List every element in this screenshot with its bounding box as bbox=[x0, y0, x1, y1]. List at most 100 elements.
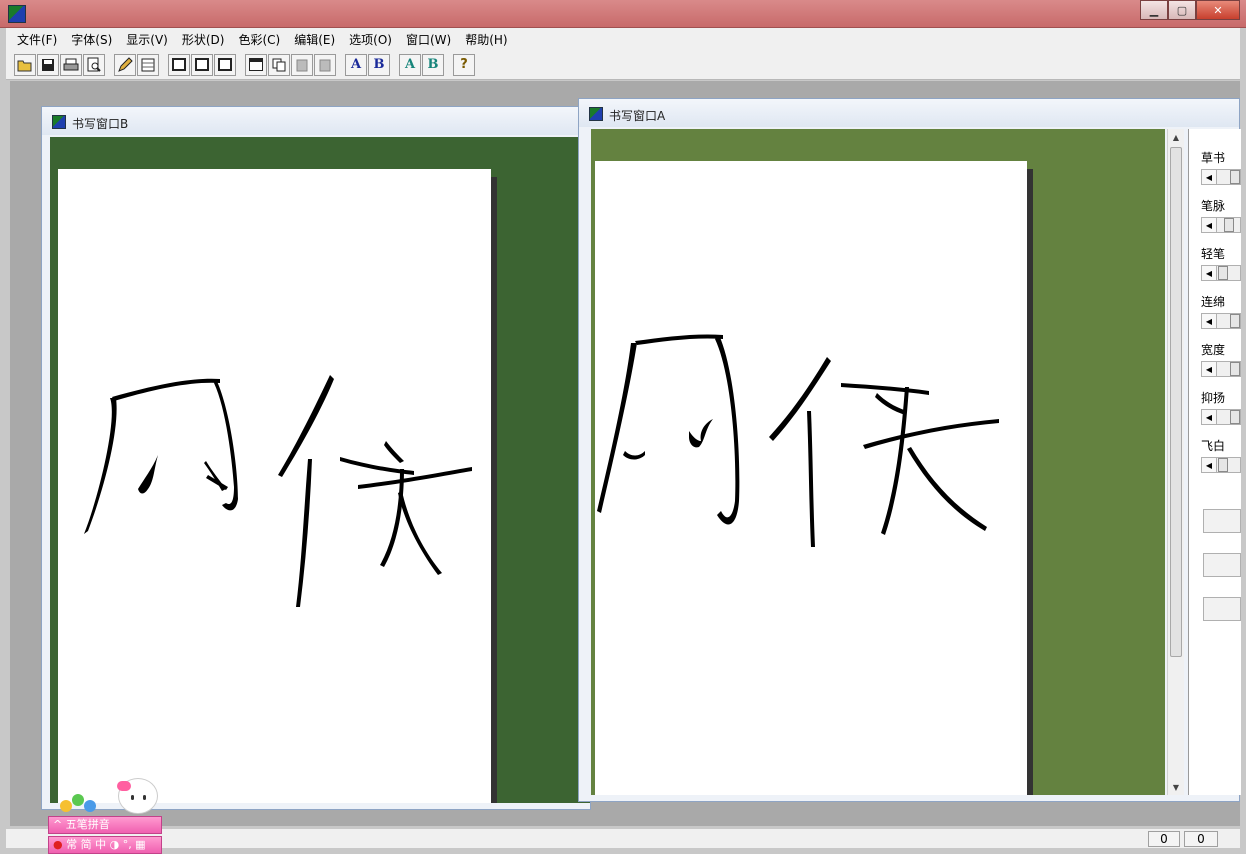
status-bar: 0 0 bbox=[6, 828, 1240, 848]
slider-thumb[interactable] bbox=[1218, 266, 1228, 280]
writing-window-a[interactable]: 书写窗口A ▲ ▼ 草书 ◀ 笔脉 ◀ 轻笔 ◀ 连绵 ◀ 宽度 ◀ 抑扬 ◀ … bbox=[578, 98, 1241, 802]
star-icon bbox=[72, 794, 84, 806]
paper-shadow bbox=[1027, 169, 1033, 795]
slider-width[interactable]: ◀ bbox=[1201, 361, 1241, 377]
panel-button-3[interactable] bbox=[1203, 597, 1241, 621]
slider-left-arrow-icon[interactable]: ◀ bbox=[1202, 218, 1217, 232]
frame-button-2[interactable] bbox=[191, 53, 213, 76]
maximize-button[interactable]: ▢ bbox=[1168, 0, 1196, 20]
help-button[interactable]: ? bbox=[453, 53, 475, 76]
window-icon bbox=[249, 58, 263, 71]
slider-left-arrow-icon[interactable]: ◀ bbox=[1202, 170, 1217, 184]
menu-bar: 文件(F) 字体(S) 显示(V) 形状(D) 色彩(C) 编辑(E) 选项(O… bbox=[6, 28, 1240, 50]
hello-kitty-icon bbox=[117, 778, 158, 814]
slider-left-arrow-icon[interactable]: ◀ bbox=[1202, 362, 1217, 376]
clipboard-icon bbox=[319, 59, 331, 71]
app-icon bbox=[8, 5, 26, 23]
window-titlebar[interactable]: ▁ ▢ ✕ bbox=[0, 0, 1246, 28]
ime-status-bar[interactable]: ● 常 简 中 ◑ °, ▦ bbox=[48, 836, 162, 854]
save-button[interactable] bbox=[37, 53, 59, 76]
paste-button[interactable] bbox=[291, 53, 313, 76]
print-button[interactable] bbox=[60, 53, 82, 76]
color-a-button[interactable]: A bbox=[399, 53, 421, 76]
slider-label-width: 宽度 bbox=[1201, 343, 1226, 357]
app-icon bbox=[52, 115, 66, 129]
slider-label-flying-white: 飞白 bbox=[1201, 439, 1226, 453]
slider-thumb[interactable] bbox=[1230, 362, 1240, 376]
minimize-button[interactable]: ▁ bbox=[1140, 0, 1168, 20]
menu-edit[interactable]: 编辑(E) bbox=[287, 31, 342, 48]
close-button[interactable]: ✕ bbox=[1196, 0, 1240, 20]
slider-left-arrow-icon[interactable]: ◀ bbox=[1202, 314, 1217, 328]
app-icon bbox=[589, 107, 603, 121]
slider-thumb[interactable] bbox=[1230, 314, 1240, 328]
menu-options[interactable]: 选项(O) bbox=[342, 31, 399, 48]
style-settings-panel: 草书 ◀ 笔脉 ◀ 轻笔 ◀ 连绵 ◀ 宽度 ◀ 抑扬 ◀ 飞白 ◀ bbox=[1188, 129, 1241, 795]
slider-left-arrow-icon[interactable]: ◀ bbox=[1202, 410, 1217, 424]
menu-help[interactable]: 帮助(H) bbox=[458, 31, 514, 48]
copy-button[interactable] bbox=[268, 53, 290, 76]
frame-button-1[interactable] bbox=[168, 53, 190, 76]
slider-continuity[interactable]: ◀ bbox=[1201, 313, 1241, 329]
folder-open-icon bbox=[17, 60, 32, 71]
calligraphy-strokes bbox=[84, 375, 472, 607]
clipboard-button[interactable] bbox=[314, 53, 336, 76]
slider-thumb[interactable] bbox=[1230, 170, 1240, 184]
toolbar: A B A B ? bbox=[6, 50, 1240, 80]
frame-button-3[interactable] bbox=[214, 53, 236, 76]
window-button[interactable] bbox=[245, 53, 267, 76]
slider-label-brush-vein: 笔脉 bbox=[1201, 199, 1226, 213]
scroll-up-arrow-icon[interactable]: ▲ bbox=[1168, 129, 1184, 145]
floppy-icon bbox=[42, 58, 54, 71]
font-a-button[interactable]: A bbox=[345, 53, 367, 76]
menu-color[interactable]: 色彩(C) bbox=[231, 31, 287, 48]
color-b-button[interactable]: B bbox=[422, 53, 444, 76]
eye-icon bbox=[143, 795, 146, 800]
ime-mode-label: 五笔拼音 bbox=[65, 818, 110, 831]
font-b-button[interactable]: B bbox=[368, 53, 390, 76]
frame-icon bbox=[195, 58, 209, 71]
star-icon bbox=[60, 800, 72, 812]
star-icon bbox=[84, 800, 96, 812]
menu-shape[interactable]: 形状(D) bbox=[175, 31, 232, 48]
slider-flying-white[interactable]: ◀ bbox=[1201, 457, 1241, 473]
slider-cursive[interactable]: ◀ bbox=[1201, 169, 1241, 185]
ime-mode-indicator[interactable]: ^ 五笔拼音 bbox=[48, 816, 162, 834]
window-controls: ▁ ▢ ✕ bbox=[1140, 0, 1240, 20]
writing-window-b[interactable]: 书写窗口B bbox=[41, 106, 591, 810]
panel-button-1[interactable] bbox=[1203, 509, 1241, 533]
print-preview-button[interactable] bbox=[83, 53, 105, 76]
writing-paper[interactable] bbox=[58, 169, 491, 803]
slider-cadence[interactable]: ◀ bbox=[1201, 409, 1241, 425]
paper-shadow bbox=[491, 177, 497, 803]
panel-button-2[interactable] bbox=[1203, 553, 1241, 577]
ime-status-icon: ● bbox=[53, 838, 63, 851]
writing-window-b-titlebar[interactable]: 书写窗口B bbox=[42, 107, 590, 135]
ime-toolbar[interactable]: ^ 五笔拼音 ● 常 简 中 ◑ °, ▦ bbox=[48, 778, 166, 854]
menu-font[interactable]: 字体(S) bbox=[64, 31, 119, 48]
slider-label-cursive: 草书 bbox=[1201, 151, 1226, 165]
slider-thumb[interactable] bbox=[1224, 218, 1234, 232]
vertical-scrollbar[interactable]: ▲ ▼ bbox=[1167, 129, 1184, 795]
pen-tool-button[interactable] bbox=[114, 53, 136, 76]
grid-button[interactable] bbox=[137, 53, 159, 76]
scroll-down-arrow-icon[interactable]: ▼ bbox=[1168, 779, 1184, 795]
slider-thumb[interactable] bbox=[1218, 458, 1228, 472]
open-button[interactable] bbox=[14, 53, 36, 76]
grid-icon bbox=[141, 58, 155, 71]
slider-light-stroke[interactable]: ◀ bbox=[1201, 265, 1241, 281]
menu-view[interactable]: 显示(V) bbox=[119, 31, 175, 48]
frame-icon bbox=[218, 58, 232, 71]
writing-paper[interactable] bbox=[595, 161, 1027, 795]
writing-window-a-titlebar[interactable]: 书写窗口A bbox=[579, 99, 1239, 127]
menu-window[interactable]: 窗口(W) bbox=[399, 31, 458, 48]
slider-thumb[interactable] bbox=[1230, 410, 1240, 424]
slider-brush-vein[interactable]: ◀ bbox=[1201, 217, 1241, 233]
slider-left-arrow-icon[interactable]: ◀ bbox=[1202, 458, 1217, 472]
frame-icon bbox=[172, 58, 186, 71]
scrollbar-thumb[interactable] bbox=[1170, 147, 1182, 657]
window-title: 书写窗口B bbox=[72, 117, 129, 131]
status-cell-1: 0 bbox=[1148, 831, 1180, 847]
slider-left-arrow-icon[interactable]: ◀ bbox=[1202, 266, 1217, 280]
menu-file[interactable]: 文件(F) bbox=[10, 31, 64, 48]
